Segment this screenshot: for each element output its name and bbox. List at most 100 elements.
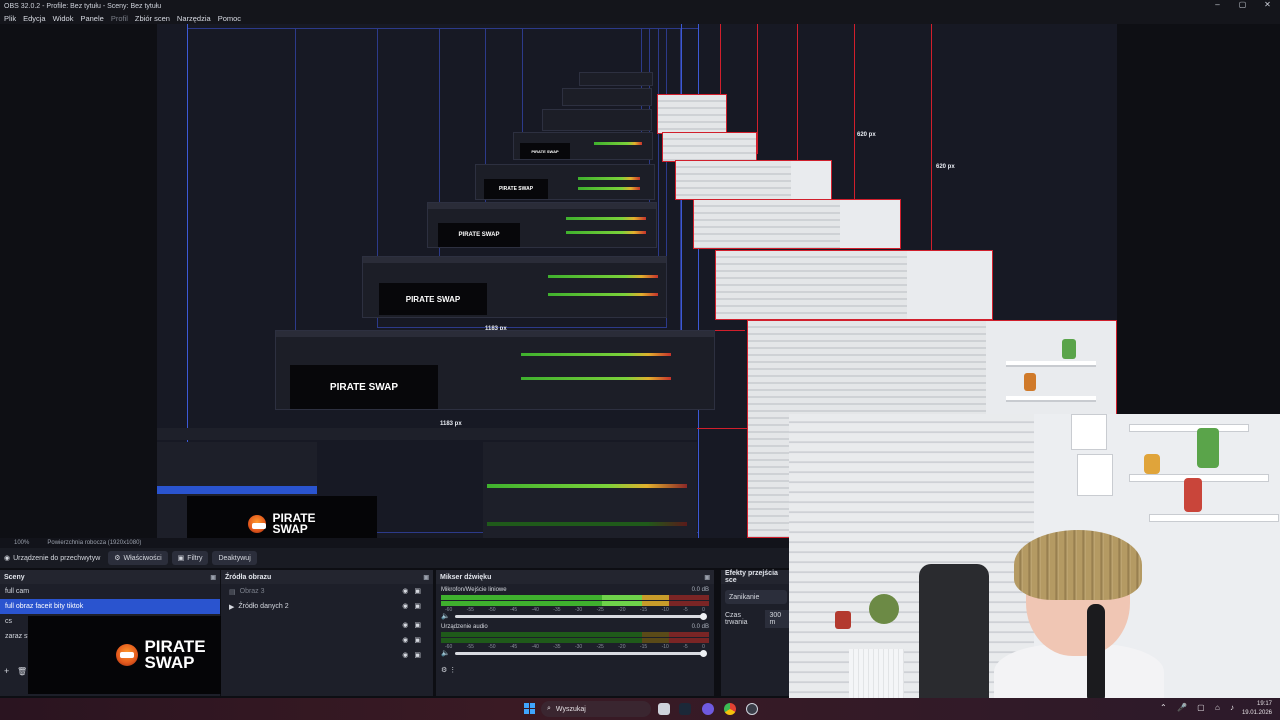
add-scene-button[interactable]: + (4, 666, 9, 676)
gaming-chair (919, 564, 989, 702)
transition-select[interactable]: Zanikanie (725, 590, 787, 604)
mixer-settings-icon[interactable]: ⚙ ⋮ (441, 666, 456, 674)
duration-input[interactable]: 300 m (765, 610, 791, 628)
scenes-header: Sceny ▣ (0, 570, 220, 584)
volume-meter (441, 601, 709, 606)
windows-taskbar: ⌕ Wyszukaj ⌃ 🎤 ▢ ⌂ ♪ 19:17 19.01.2026 (0, 698, 1280, 720)
radiator (849, 649, 904, 702)
webcam-recursion (657, 94, 727, 134)
nested-obs-screenshot: PIRATE SWAP (362, 256, 667, 318)
menu-edit[interactable]: Edycja (23, 14, 46, 23)
plant (869, 594, 899, 624)
transitions-header: Efekty przejścia sce (721, 570, 791, 584)
meter-ticks: -60 -55 -50 -45 -40 -35 -30 -25 -20 -15 -10 -5 0 (445, 607, 705, 613)
volume-meter (441, 638, 709, 643)
volume-fader[interactable] (455, 613, 707, 620)
height-label: 620 px (857, 132, 876, 138)
nested-obs-screenshot: PIRATE SWAP (475, 164, 655, 200)
pirateswap-logo-small: PIRATE SWAP (187, 496, 377, 538)
window-title: OBS 32.0.2 - Profile: Bez tytułu - Sceny… (4, 2, 162, 10)
menu-bar: Plik Edycja Widok Panele Profil Zbiór sc… (0, 12, 1280, 24)
obs-window: OBS 32.0.2 - Profile: Bez tytułu - Sceny… (0, 0, 1280, 720)
eye-lock-icons[interactable]: ◉▣ (402, 602, 427, 610)
properties-button[interactable]: ⚙ Właściwości (108, 551, 168, 565)
filters-button[interactable]: ▣ Filtry (171, 551, 209, 565)
maximize-button[interactable]: ▢ (1230, 0, 1255, 12)
channel-db: 0.0 dB (691, 624, 709, 630)
clock[interactable]: 19:17 19.01.2026 (1242, 700, 1272, 718)
preview-status-bar: 100% Powierzchnia robocza (1920x1080) (0, 538, 790, 548)
webcam-recursion (662, 132, 757, 162)
shelf (1129, 424, 1249, 432)
microphone (1087, 604, 1105, 702)
dock-undock-icon[interactable]: ▣ (423, 574, 429, 581)
zoom-level[interactable]: 100% (14, 540, 29, 546)
system-tray-icons[interactable]: ⌃ 🎤 ▢ ⌂ ♪ (1160, 703, 1238, 712)
speaker-icon[interactable]: 🔈 (441, 649, 450, 657)
dock-undock-icon[interactable]: ▣ (210, 574, 216, 581)
picture-frame (1077, 454, 1113, 496)
title-bar: OBS 32.0.2 - Profile: Bez tytułu - Sceny… (0, 0, 1280, 12)
close-button[interactable]: ✕ (1255, 0, 1280, 12)
audio-mixer-dock: Mikser dźwięku ▣ Mikrofon/Wejście liniow… (436, 570, 714, 696)
mixer-channel-mic: Mikrofon/Wejście liniowe 0.0 dB -60 -55 -5… (436, 584, 714, 621)
sources-dock: Źródła obrazu ▣ ▤ Obraz 3 ◉▣ ▶ Źródło da… (221, 570, 433, 696)
source-item[interactable]: ▤ Obraz 3 ◉▣ (221, 584, 433, 599)
nested-obs-screenshot: PIRATE SWAP (513, 132, 653, 160)
image-icon: ▤ (229, 588, 236, 596)
chrome-icon[interactable] (724, 703, 736, 715)
transitions-dock: Efekty przejścia sce Zanikanie Czas trwa… (721, 570, 791, 696)
duration-row: Czas trwania 300 m (721, 610, 791, 628)
deactivate-button[interactable]: Deaktywuj (212, 551, 257, 565)
eye-lock-icons[interactable]: ◉▣ (402, 587, 427, 595)
menu-file[interactable]: Plik (4, 14, 16, 23)
menu-scene-collection[interactable]: Zbiór scen (135, 14, 170, 23)
menu-help[interactable]: Pomoc (218, 14, 241, 23)
nested-obs-large: PIRATE SWAP (157, 428, 697, 538)
task-view-icon[interactable] (658, 703, 670, 715)
height-label: 620 px (936, 164, 955, 170)
search-icon: ⌕ (547, 705, 551, 712)
menu-view[interactable]: Widok (53, 14, 74, 23)
scene-item-selected[interactable]: full obraz faceit bity tiktok (0, 599, 220, 614)
nested-obs-screenshot: PIRATE SWAP (275, 330, 715, 410)
obs-icon[interactable] (746, 703, 758, 715)
meter-ticks: -60 -55 -50 -45 -40 -35 -30 -25 -20 -15 -10 -5 0 (445, 644, 705, 650)
volume-fader[interactable] (455, 650, 707, 657)
mixer-channel-desktop: Urządzenie audio 0.0 dB -60 -55 -50 -45 -40-… (436, 621, 714, 658)
menu-tools[interactable]: Narzędzia (177, 14, 211, 23)
volume-meter (441, 595, 709, 600)
dock-undock-icon[interactable]: ▣ (704, 574, 710, 581)
source-toolbar: ◉ Urządzenie do przechwytyw ⚙ Właściwośc… (0, 548, 790, 568)
scene-item[interactable]: full cam (0, 584, 220, 599)
nested-obs-screenshot (542, 109, 652, 131)
gear-icon: ⚙ (114, 555, 121, 562)
trash-icon[interactable]: 🗑 (17, 667, 27, 676)
nested-obs-screenshot (579, 72, 653, 86)
filter-icon: ▣ (177, 555, 185, 562)
play-icon: ▶ (229, 603, 235, 611)
nested-obs-screenshot (562, 88, 652, 106)
sources-header: Źródła obrazu ▣ (221, 570, 433, 584)
source-item[interactable]: ▶ Źródło danych 2 ◉▣ (221, 599, 433, 614)
webcam-overlay (789, 414, 1280, 702)
toy-figure (1184, 478, 1202, 512)
shelf (1149, 514, 1279, 522)
menu-profile[interactable]: Profil (111, 14, 128, 23)
source-visibility-toggles[interactable]: ◉▣ ◉▣ ◉▣ (402, 618, 427, 663)
taskbar-search[interactable]: ⌕ Wyszukaj (541, 701, 651, 717)
red-guide-line (757, 24, 758, 154)
mixer-header: Mikser dźwięku ▣ (436, 570, 714, 584)
discord-icon[interactable] (702, 703, 714, 715)
minimize-button[interactable]: – (1205, 0, 1230, 12)
steam-icon[interactable] (679, 703, 691, 715)
workspace-label[interactable]: Powierzchnia robocza (1920x1080) (47, 540, 141, 546)
pot (835, 611, 851, 629)
volume-meter (441, 632, 709, 637)
streamer (994, 530, 1164, 702)
menu-docks[interactable]: Panele (80, 14, 103, 23)
pirate-logo-icon (116, 644, 139, 666)
windows-start-icon[interactable] (524, 703, 535, 714)
speaker-icon[interactable]: 🔈 (441, 612, 450, 620)
channel-name: Urządzenie audio (441, 624, 488, 630)
